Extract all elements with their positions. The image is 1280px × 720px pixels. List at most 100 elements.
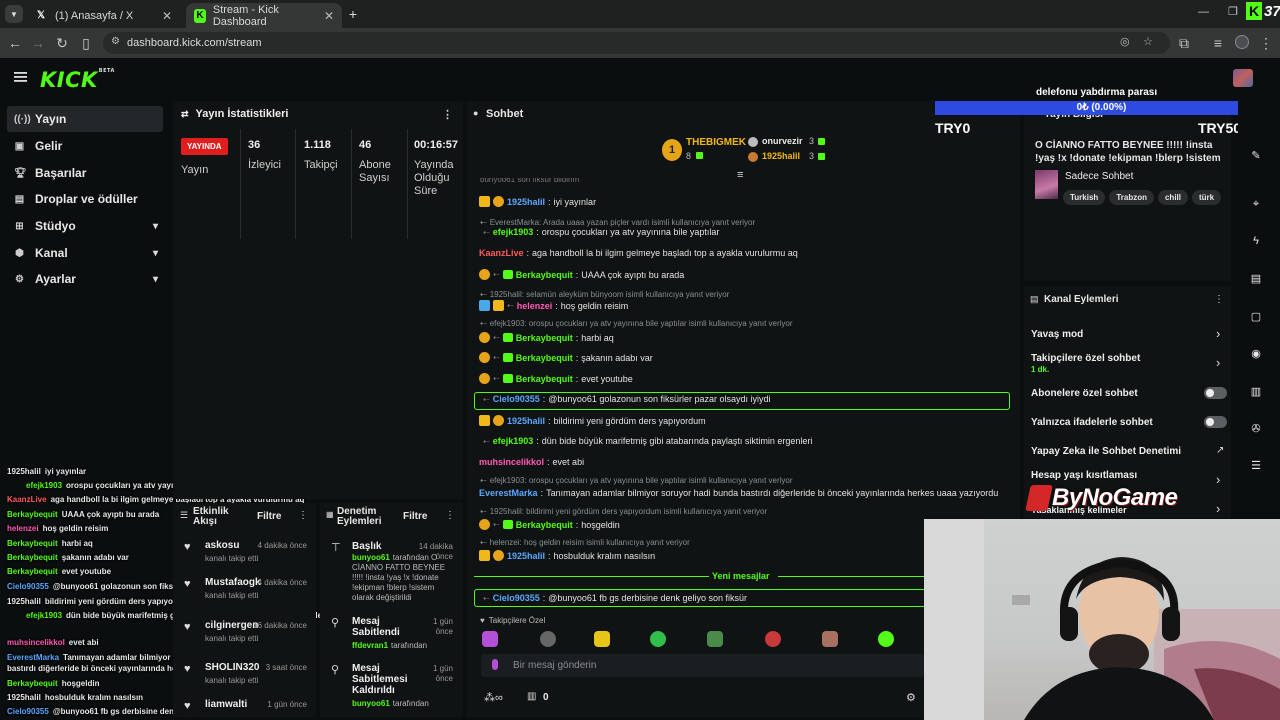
- sidebar-item-gelir[interactable]: ▣ Gelir: [7, 133, 163, 159]
- category-name[interactable]: Sadece Sohbet: [1065, 171, 1133, 182]
- browser-menu-icon[interactable]: ⋮: [1256, 33, 1276, 53]
- media-icon[interactable]: ≡: [1208, 33, 1228, 53]
- back-arrow-icon[interactable]: ←: [5, 33, 25, 53]
- chevron-right-icon[interactable]: ›: [1216, 355, 1220, 370]
- chat-username[interactable]: muhsincelikkol: [479, 457, 544, 467]
- sidebar-item-ayarlar[interactable]: ⚙ Ayarlar ▾: [7, 266, 163, 292]
- followers-chat-item[interactable]: Takipçilere özel sohbet: [1031, 353, 1140, 364]
- more-icon[interactable]: ⋮: [442, 108, 453, 121]
- activity-filter-button[interactable]: Filtre: [257, 511, 281, 522]
- sidebar-item-studyo[interactable]: ⊞ Stüdyo ▾: [7, 213, 163, 239]
- tab-search-button[interactable]: ▼: [5, 5, 23, 23]
- chat-message[interactable]: ⇠ Cielo90355: @bunyoo61 golazonun son fiks…: [483, 394, 771, 404]
- tab-x[interactable]: 𝕏 (1) Anasayfa / X ✕: [26, 3, 180, 28]
- chat-message[interactable]: ⇠ Berkaybequit: UAAA çok ayıptı bu arada: [479, 269, 684, 280]
- emote-icon[interactable]: [540, 631, 556, 647]
- tag[interactable]: Turkish: [1063, 190, 1106, 205]
- layout-icon[interactable]: ▥: [1247, 382, 1265, 400]
- emote-icon[interactable]: [765, 631, 781, 647]
- url-field[interactable]: ⚙ dashboard.kick.com/stream ◎ ☆: [103, 32, 1170, 54]
- chat-message[interactable]: ⇠ helenzei: hoş geldin reisim: [479, 300, 628, 311]
- chat-message[interactable]: ⇠ Berkaybequit: hoşgeldin: [479, 519, 620, 530]
- sidebar-item-droplar[interactable]: ▤ Droplar ve ödüller: [7, 186, 163, 212]
- chevron-right-icon[interactable]: ›: [1216, 472, 1220, 487]
- age-limits-item[interactable]: Hesap yaşı kısıtlaması: [1031, 470, 1137, 481]
- chat-username[interactable]: KaanzLive: [479, 248, 524, 258]
- slow-mode-item[interactable]: Yavaş mod: [1031, 329, 1083, 340]
- tab-kick-dashboard[interactable]: K Stream - Kick Dashboard ✕: [186, 3, 342, 28]
- mic-icon[interactable]: [492, 659, 498, 670]
- close-icon[interactable]: ✕: [324, 9, 334, 23]
- more-icon[interactable]: ⋮: [445, 510, 455, 521]
- subs-chat-toggle[interactable]: [1204, 387, 1227, 399]
- chat-message[interactable]: KaanzLive: aga handboll la bi ilgim gelme…: [479, 248, 798, 258]
- more-icon[interactable]: ⋮: [1214, 294, 1224, 305]
- emote-icon[interactable]: [482, 631, 498, 647]
- activity-user[interactable]: askosu: [205, 540, 239, 551]
- emote-icon[interactable]: [594, 631, 610, 647]
- wrench-icon[interactable]: ✇: [1247, 419, 1265, 437]
- hamburger-menu-icon[interactable]: [14, 70, 28, 84]
- moderation-user[interactable]: ffdevran1: [352, 641, 388, 650]
- eye-off-icon[interactable]: ◎: [1120, 35, 1130, 48]
- chat-username[interactable]: efejk1903: [493, 436, 534, 446]
- document-icon[interactable]: ▤: [1247, 269, 1265, 287]
- activity-user[interactable]: liamwalti: [205, 699, 247, 710]
- chat-icon[interactable]: ▢: [1247, 307, 1265, 325]
- chat-username[interactable]: helenzei: [517, 301, 553, 311]
- chevron-right-icon[interactable]: ›: [1216, 326, 1220, 341]
- list-icon[interactable]: ☰: [1247, 456, 1265, 474]
- emote-icon[interactable]: [650, 631, 666, 647]
- sidebar-item-yayin[interactable]: ((·)) Yayın: [7, 106, 163, 132]
- tag[interactable]: Trabzon: [1109, 190, 1154, 205]
- activity-user[interactable]: cilginergen: [205, 620, 258, 631]
- extensions-icon[interactable]: ⧉: [1174, 33, 1194, 53]
- tag[interactable]: türk: [1192, 190, 1222, 205]
- chat-username[interactable]: Berkaybequit: [516, 333, 573, 343]
- emotes-chat-toggle[interactable]: [1204, 416, 1227, 428]
- chat-username[interactable]: efejk1903: [493, 227, 534, 237]
- site-info-icon[interactable]: ⚙: [111, 36, 120, 47]
- target-icon[interactable]: ⌖: [1247, 195, 1265, 213]
- chat-message[interactable]: ⇠ Berkaybequit: şakanın adabı var: [479, 352, 653, 363]
- emote-icon[interactable]: [707, 631, 723, 647]
- chat-username[interactable]: 1925halil: [507, 197, 545, 207]
- tag[interactable]: chill: [1157, 190, 1188, 205]
- chat-message[interactable]: ⇠ Berkaybequit: harbi aq: [479, 332, 614, 343]
- chat-username[interactable]: Cielo90355: [493, 593, 540, 603]
- category-thumbnail[interactable]: [1035, 170, 1058, 199]
- chevron-right-icon[interactable]: ›: [1216, 501, 1220, 516]
- chat-username[interactable]: 1925halil: [507, 551, 545, 561]
- rank2-user[interactable]: onurvezir: [762, 136, 803, 146]
- chat-filter-icon[interactable]: ≡: [737, 169, 743, 181]
- chat-message[interactable]: EverestMarka: Tanımayan adamlar bilmiyor …: [479, 488, 998, 498]
- moderation-user[interactable]: bunyoo61: [352, 553, 390, 562]
- kick-logo[interactable]: KICKBETA: [40, 68, 115, 92]
- new-tab-button[interactable]: +: [345, 6, 361, 22]
- sidebar-item-kanal[interactable]: ⬢ Kanal ▾: [7, 240, 163, 266]
- chat-settings-icon[interactable]: ⚙: [906, 691, 916, 704]
- close-icon[interactable]: ✕: [162, 9, 172, 23]
- window-restore-button[interactable]: ❐: [1228, 5, 1238, 18]
- reload-icon[interactable]: ↻: [52, 33, 72, 53]
- emote-icon[interactable]: [878, 631, 894, 647]
- chat-message[interactable]: ⇠ Cielo90355: @bunyoo61 fb gs derbisine …: [479, 593, 747, 603]
- chat-message[interactable]: muhsincelikkol: evet abi: [479, 457, 584, 467]
- chat-username[interactable]: 1925halil: [507, 416, 545, 426]
- trash-icon[interactable]: ▥: [527, 691, 536, 702]
- profile-avatar[interactable]: [1235, 35, 1249, 49]
- ai-moderation-item[interactable]: Yapay Zeka ile Sohbet Denetimi: [1031, 446, 1181, 457]
- window-minimize-button[interactable]: —: [1198, 6, 1209, 18]
- rank1-user[interactable]: THEBIGMEK: [686, 137, 746, 148]
- rank3-user[interactable]: 1925halil: [762, 151, 800, 161]
- chat-username[interactable]: Berkaybequit: [516, 520, 573, 530]
- star-icon[interactable]: ☆: [1143, 35, 1153, 48]
- broadcast-icon[interactable]: ◉: [1247, 344, 1265, 362]
- edit-icon[interactable]: ✎: [1247, 146, 1265, 164]
- more-icon[interactable]: ⋮: [298, 510, 308, 521]
- chat-message[interactable]: 1925halil: bildirimi yeni gördüm ders yap…: [479, 415, 706, 426]
- chat-message[interactable]: ⇠ efejk1903: orospu çocukları ya atv yayın…: [479, 227, 719, 237]
- chat-username[interactable]: Berkaybequit: [516, 353, 573, 363]
- forward-arrow-icon[interactable]: →: [28, 33, 48, 53]
- sidebar-item-basarilar[interactable]: 🏆︎ Başarılar: [7, 160, 163, 186]
